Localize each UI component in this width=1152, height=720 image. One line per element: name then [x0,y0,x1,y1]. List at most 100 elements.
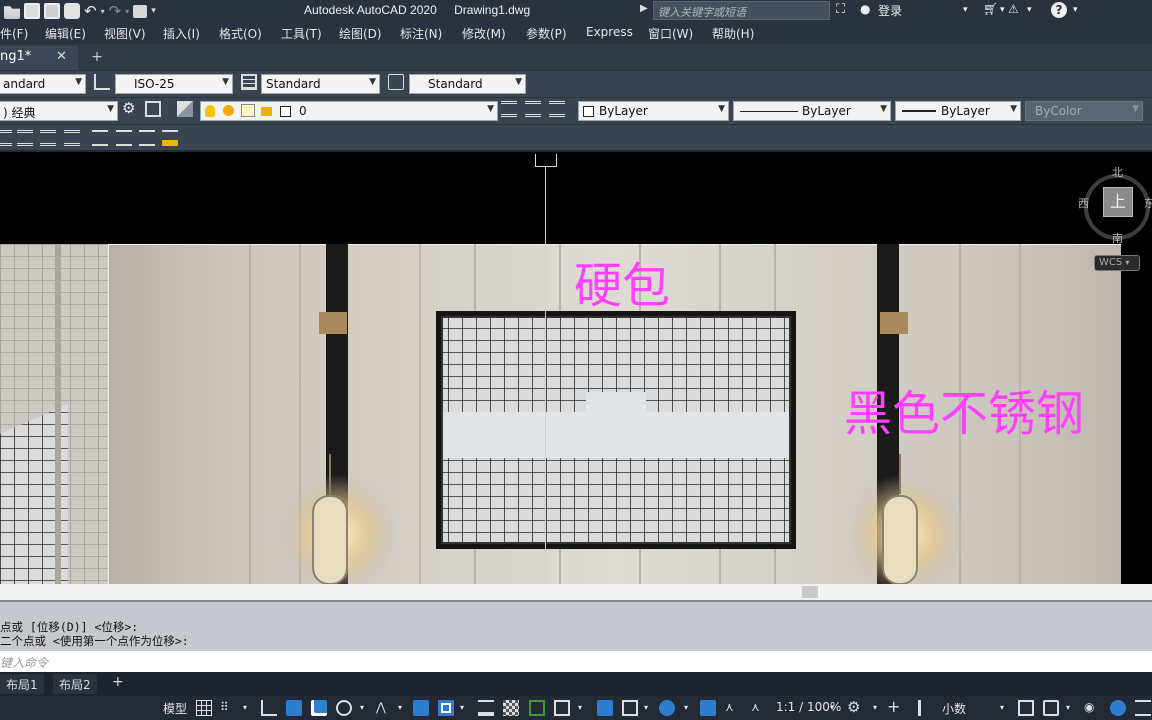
help-icon[interactable]: ? [1051,2,1067,18]
polar-dropdown-icon[interactable]: ▾ [360,703,364,719]
layer-tool-icon[interactable] [139,130,155,146]
layer-tool-icon[interactable] [40,130,56,146]
annotation-black-stainless-steel[interactable]: 黑色不锈钢 [844,374,1084,444]
lineweight-icon[interactable] [478,700,494,716]
dynamic-input-icon[interactable] [286,700,302,716]
isodraft-icon[interactable]: ⋀ [376,700,392,716]
workspace-settings-icon[interactable] [145,101,161,117]
isodraft-dropdown-icon[interactable]: ▾ [398,703,402,719]
layer-tool-icon[interactable] [64,130,80,146]
close-icon[interactable]: ✕ [56,49,67,64]
3d-osnap-dropdown-icon[interactable]: ▾ [578,703,582,719]
gear-icon[interactable]: ⚙ [122,99,138,117]
annotation-hard-pack[interactable]: 硬包 [574,246,670,316]
units-icon[interactable] [918,700,934,716]
dimension-style-icon[interactable] [94,74,110,90]
undo-icon[interactable]: ↶ [84,2,97,20]
workspace-dropdown-icon[interactable]: ▾ [873,703,877,719]
layer-tool-icon[interactable] [92,130,108,146]
wcs-menu[interactable]: WCS ▾ [1094,255,1140,271]
table-style-icon[interactable] [241,74,257,90]
open-folder-icon[interactable] [4,6,20,19]
lock-ui-icon[interactable] [1043,700,1059,716]
quick-properties-icon[interactable] [1018,700,1034,716]
lock-layer-icon[interactable] [162,130,178,146]
linetype-select[interactable]: ByLayer ▼ [733,101,891,121]
undo-dropdown-icon[interactable]: ▾ [101,7,105,16]
infer-constraints-icon[interactable] [261,700,277,716]
menu-window[interactable]: 窗口(W) [648,25,693,42]
make-current-layer-icon[interactable] [501,101,517,117]
3d-osnap-icon[interactable] [554,700,570,716]
multileader-style-select[interactable]: Standard ▼ [409,74,526,94]
cart-icon[interactable]: 🛒︎ [983,2,998,16]
annotation-scale-icon[interactable]: ⋏ [751,700,767,716]
plus-icon[interactable]: + [887,697,903,716]
menu-edit[interactable]: 编辑(E) [45,25,86,42]
text-style-select[interactable]: andard ▼ [0,74,86,94]
grid-icon[interactable] [196,700,212,716]
filter-dropdown-icon[interactable]: ▾ [644,703,648,719]
layer-properties-icon[interactable] [177,101,193,117]
scale-dropdown-icon[interactable]: ▾ [830,703,834,719]
share-icon[interactable] [133,4,148,18]
menu-file[interactable]: 件(F) [0,25,28,42]
new-tab-button[interactable]: + [90,50,104,64]
redo-icon[interactable]: ↷ [109,2,122,20]
gear-icon[interactable]: ⚙ [847,698,863,716]
scrollbar-thumb[interactable] [802,586,818,598]
multileader-style-icon[interactable] [388,74,404,90]
viewcube-top-face[interactable]: 上 [1103,187,1133,217]
graphics-performance-icon[interactable] [1110,700,1126,716]
menu-express[interactable]: Express [586,25,633,39]
auto-scale-icon[interactable]: ⋏ [725,700,741,716]
login-button[interactable]: 登录 [878,2,902,19]
table-style-select[interactable]: Standard ▼ [261,74,380,94]
login-dropdown-icon[interactable]: ▾ [963,5,968,15]
ortho-icon[interactable] [311,700,327,716]
a360-dropdown-icon[interactable]: ▾ [1027,5,1032,15]
model-space-button[interactable]: 模型 [163,700,187,716]
a360-icon[interactable]: ⚠︎ [1008,2,1019,16]
layer-tool-icon[interactable] [17,130,33,146]
save-as-icon[interactable] [44,3,60,19]
help-dropdown-icon[interactable]: ▾ [1073,5,1078,15]
menu-parametric[interactable]: 参数(P) [526,25,567,42]
layer-tool-icon[interactable] [0,130,12,146]
command-input[interactable]: 键入命令 [0,651,1152,672]
transparency-icon[interactable] [503,700,519,716]
binoculars-icon[interactable]: ⛶ [836,2,845,17]
units-dropdown-icon[interactable]: ▾ [1000,703,1004,719]
tab-drawing1[interactable]: ng1* ✕ [0,46,78,70]
save-icon[interactable] [24,3,40,19]
add-layout-button[interactable]: + [106,674,130,694]
layer-tool-icon[interactable] [116,130,132,146]
menu-insert[interactable]: 插入(I) [163,25,200,42]
menu-help[interactable]: 帮助(H) [712,25,754,42]
annotation-visibility-icon[interactable] [700,700,716,716]
horizontal-scrollbar[interactable] [0,584,1152,600]
snap-icon[interactable]: ⠿ [220,700,236,716]
menu-tools[interactable]: 工具(T) [281,25,322,42]
gizmo-dropdown-icon[interactable]: ▾ [684,703,688,719]
customize-qat-icon[interactable]: ▾ [151,6,156,16]
gizmo-icon[interactable] [659,700,675,716]
menu-format[interactable]: 格式(O) [219,25,262,42]
workspace-select[interactable]: ) 经典 ▼ [0,101,118,121]
previous-layer-icon[interactable] [549,101,565,117]
lock-ui-dropdown-icon[interactable]: ▾ [1066,703,1070,719]
dynamic-ucs-icon[interactable] [597,700,613,716]
viewcube[interactable]: 北 南 西 东 上 [1078,164,1152,245]
color-select[interactable]: ByLayer ▼ [578,101,729,121]
selection-cycling-icon[interactable] [529,700,545,716]
object-snap-icon[interactable] [438,700,454,716]
drawing-area[interactable]: 硬包 黑色不锈钢 北 南 西 东 上 WCS ▾ [0,154,1152,600]
menu-modify[interactable]: 修改(M) [462,25,506,42]
menu-draw[interactable]: 绘图(D) [339,25,382,42]
expand-search-icon[interactable]: ▶ [640,3,648,14]
customization-menu-icon[interactable] [1135,700,1151,716]
search-input[interactable]: 键入关键字或短语 [653,1,830,20]
redo-dropdown-icon[interactable]: ▾ [125,7,129,16]
units-value[interactable]: 小数 [942,700,966,716]
object-snap-tracking-icon[interactable] [413,700,429,716]
